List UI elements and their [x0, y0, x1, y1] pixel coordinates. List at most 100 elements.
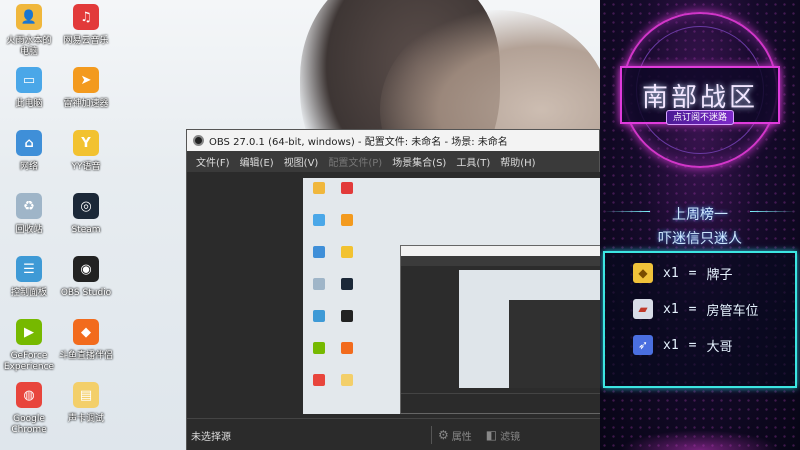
- desktop-icon[interactable]: ▤ 声卡调试: [56, 382, 116, 425]
- rank-title: 上周榜一: [672, 207, 728, 223]
- gift-name: 牌子: [706, 267, 733, 283]
- preview-desktop-icon: [313, 182, 325, 194]
- desktop-icon-label: 回收站: [15, 225, 43, 235]
- nested-titlebar: [401, 246, 600, 256]
- car-icon: ▰: [633, 299, 653, 319]
- preview-desktop-icon: [313, 342, 325, 354]
- filters-label: 滤镜: [500, 431, 521, 443]
- desktop-icon[interactable]: Y YY语音: [56, 130, 116, 173]
- nested-capture-obs: [509, 300, 600, 388]
- obs-titlebar[interactable]: OBS 27.0.1 (64-bit, windows) - 配置文件: 未命名…: [187, 130, 599, 151]
- menu-help[interactable]: 帮助(H): [495, 154, 540, 169]
- steam-icon: ◎: [73, 193, 99, 219]
- user-folder-icon: 👤: [16, 4, 42, 30]
- desktop-icon[interactable]: ▶ GeForce Experience: [0, 319, 59, 373]
- gift-equals: =: [688, 265, 697, 281]
- gear-icon: ⚙: [438, 428, 449, 442]
- desktop-icon[interactable]: ♫ 网易云音乐: [56, 4, 116, 47]
- desktop-icon-label: GeForce Experience: [3, 351, 55, 372]
- desktop-icon-label: OBS Studio: [60, 288, 112, 298]
- filters-button[interactable]: ◧ 滤镜: [486, 428, 520, 443]
- preview-desktop-icon: [313, 278, 325, 290]
- accelerator-icon: ➤: [73, 67, 99, 93]
- desktop-icon-label: 声卡调试: [67, 414, 104, 424]
- netease-music-icon: ♫: [73, 4, 99, 30]
- preview-desktop-icon: [341, 310, 353, 322]
- desktop-icon-label: 斗鱼直播伴侣: [58, 351, 113, 361]
- preview-capture-obs: [400, 245, 601, 414]
- rocket-icon: ➶: [633, 335, 653, 355]
- control-panel-icon: ☰: [16, 256, 42, 282]
- filter-icon: ◧: [485, 428, 498, 442]
- desktop-icon-label: Google Chrome: [11, 414, 47, 435]
- preview-desktop-icon: [313, 374, 325, 386]
- folder-icon: ▤: [73, 382, 99, 408]
- preview-desktop-icon: [341, 182, 353, 194]
- preview-desktop-icon: [341, 342, 353, 354]
- preview-desktop-icon: [341, 246, 353, 258]
- desktop-icon[interactable]: ◎ Steam: [56, 193, 116, 236]
- computer-icon: ▭: [16, 67, 42, 93]
- desktop-icon[interactable]: ➤ 雷神加速器: [56, 67, 116, 110]
- gift-qty: x1: [663, 337, 679, 353]
- desktop-icon[interactable]: ◍ Google Chrome: [0, 382, 59, 436]
- desktop-icon[interactable]: ▭ 此电脑: [0, 67, 59, 110]
- desktop-icon-label: 雷神加速器: [63, 99, 109, 109]
- properties-label: 属性: [451, 431, 472, 443]
- menu-edit[interactable]: 编辑(E): [235, 154, 279, 169]
- desktop-icon-label: 火雨水本的 电脑: [6, 36, 52, 57]
- nested-menubar: [401, 256, 600, 266]
- preview-desktop-icon: [313, 310, 325, 322]
- geforce-icon: ▶: [16, 319, 42, 345]
- preview-desktop-icon: [313, 246, 325, 258]
- desktop-icon-label: 此电脑: [15, 99, 43, 109]
- gift-row: ◆ x1 = 牌子: [633, 263, 733, 283]
- desktop-icon-label: 网易云音乐: [63, 36, 109, 46]
- gift-row: ➶ x1 = 大哥: [633, 335, 733, 355]
- gift-name: 大哥: [706, 339, 733, 355]
- recycle-bin-icon: ♻: [16, 193, 42, 219]
- gift-equals: =: [688, 337, 697, 353]
- no-source-label: 未选择源: [191, 431, 231, 443]
- desktop-icon-label: Steam: [71, 225, 101, 235]
- obs-preview[interactable]: [187, 172, 601, 418]
- menu-tools[interactable]: 工具(T): [451, 154, 495, 169]
- preview-desktop-icon: [341, 214, 353, 226]
- desktop-icon-label: 网络: [19, 162, 38, 172]
- desktop-icon[interactable]: ◉ OBS Studio: [56, 256, 116, 299]
- obs-logo-icon: [193, 135, 204, 146]
- desktop-icon-label: YY语音: [71, 162, 101, 172]
- preview-desktop-icon: [313, 214, 325, 226]
- stream-overlay-panel: 南部战区 点订阅不迷路 上周榜一 吓迷信只迷人 ◆ x1 = 牌子 ▰ x1 =…: [600, 0, 800, 450]
- gift-list: ◆ x1 = 牌子 ▰ x1 = 房管车位 ➶ x1 = 大哥: [603, 251, 797, 388]
- emblem-subtitle: 点订阅不迷路: [666, 110, 734, 125]
- desktop-icon[interactable]: ☰ 控制面板: [0, 256, 59, 299]
- toolbar-divider: [431, 426, 432, 444]
- desktop-icon[interactable]: 👤 火雨水本的 电脑: [0, 4, 59, 58]
- gift-qty: x1: [663, 301, 679, 317]
- preview-capture-desktop: [303, 178, 601, 414]
- properties-button[interactable]: ⚙ 属性: [438, 428, 472, 443]
- preview-desktop-icon: [341, 374, 353, 386]
- badge-icon: ◆: [633, 263, 653, 283]
- desktop-icon[interactable]: ◆ 斗鱼直播伴侣: [56, 319, 116, 362]
- obs-source-toolbar: 未选择源 ⚙ 属性 ◧ 滤镜: [187, 418, 601, 450]
- desktop-icon[interactable]: ⌂ 网络: [0, 130, 59, 173]
- douyu-icon: ◆: [73, 319, 99, 345]
- gift-equals: =: [688, 301, 697, 317]
- menu-scene-collection[interactable]: 场景集合(S): [387, 154, 451, 169]
- menu-profile[interactable]: 配置文件(P): [323, 154, 387, 169]
- gift-name: 房管车位: [706, 303, 759, 319]
- preview-desktop-icon: [341, 278, 353, 290]
- menu-view[interactable]: 视图(V): [279, 154, 324, 169]
- menu-file[interactable]: 文件(F): [191, 154, 235, 169]
- obs-window[interactable]: OBS 27.0.1 (64-bit, windows) - 配置文件: 未命名…: [186, 129, 601, 450]
- emblem-title: 南部战区: [641, 82, 758, 113]
- obs-menubar: 文件(F) 编辑(E) 视图(V) 配置文件(P) 场景集合(S) 工具(T) …: [187, 151, 599, 172]
- gift-qty: x1: [663, 265, 679, 281]
- nested-footer: [401, 393, 600, 413]
- nested-capture-desktop: [459, 270, 600, 388]
- obs-icon: ◉: [73, 256, 99, 282]
- desktop-icon[interactable]: ♻ 回收站: [0, 193, 59, 236]
- obs-title: OBS 27.0.1 (64-bit, windows) - 配置文件: 未命名…: [209, 137, 508, 148]
